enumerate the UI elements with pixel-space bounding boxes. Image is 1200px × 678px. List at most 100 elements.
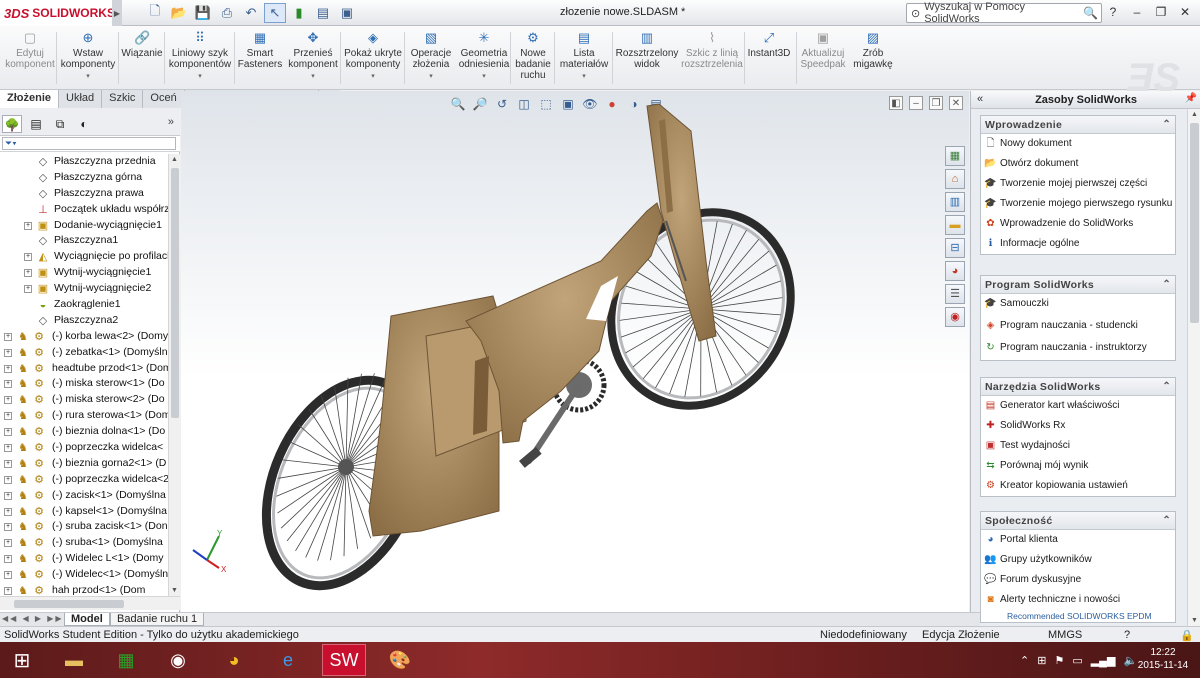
solidworks-taskbar-icon[interactable]: SW — [322, 644, 366, 676]
scroll-up-icon[interactable]: ▲ — [171, 156, 178, 163]
pin-icon[interactable]: 📌 — [1185, 93, 1197, 104]
tree-item[interactable]: + ♞ ⚙ (-) bieznia dolna<1> (Do — [0, 424, 168, 440]
file-explorer-tab-icon[interactable]: ▬ — [945, 215, 965, 235]
resource-link[interactable]: ↻ Program nauczania - instruktorzy — [981, 338, 1175, 360]
resource-link[interactable]: ◕ Portal klienta — [981, 530, 1175, 550]
tab-motion-study[interactable]: Badanie ruchu 1 — [110, 613, 205, 626]
resource-link[interactable]: ◈ Program nauczania - studencki — [981, 316, 1175, 338]
section-header[interactable]: Program SolidWorks ⌃ — [981, 276, 1175, 294]
windows-start-icon[interactable]: ⊞ — [0, 642, 44, 678]
tree-item[interactable]: ◒ Zaokrąglenie1 — [0, 297, 168, 313]
expand-icon[interactable]: + — [4, 475, 12, 484]
minimize-icon[interactable]: – — [1128, 3, 1146, 21]
graphics-area[interactable]: 🔍 🔎 ↺ ◫ ⬚ ▣ 👁 ● ◑ ▤ ◧ – ❐ ✕ — [181, 91, 969, 612]
section-header[interactable]: Wprowadzenie ⌃ — [981, 116, 1175, 134]
tray-up-icon[interactable]: ⌃ — [1020, 654, 1029, 667]
tray-display-icon[interactable]: ▭ — [1072, 654, 1082, 667]
dropdown-arrow-icon[interactable]: ▾ — [60, 71, 116, 82]
tray-network-icon[interactable]: ▂▄▆ — [1091, 654, 1116, 667]
tree-item[interactable]: + ♞ ⚙ headtube przod<1> (Dom — [0, 361, 168, 377]
expand-icon[interactable]: + — [4, 380, 12, 389]
tab-ocen[interactable]: Oceń — [143, 90, 185, 108]
resource-link[interactable]: 📂 Otwórz dokument — [981, 154, 1175, 174]
task-pane-scrollbar[interactable]: ▲ ▼ — [1187, 109, 1200, 626]
traffic-light-icon[interactable]: ▮ — [288, 3, 310, 23]
expand-icon[interactable]: + — [4, 364, 12, 373]
tree-item[interactable]: + ♞ ⚙ (-) poprzeczka widelca< — [0, 440, 168, 456]
resource-link[interactable]: 💬 Forum dyskusyjne — [981, 570, 1175, 590]
tree-item[interactable]: + ♞ ⚙ (-) poprzeczka widelca<2 — [0, 472, 168, 488]
reference-geometry-button[interactable]: ✳ Geometria odniesienia ▾ — [456, 30, 512, 82]
take-snapshot-button[interactable]: ▨ Zrób migawkę — [850, 30, 896, 70]
tray-windows-icon[interactable]: ⊞ — [1037, 654, 1046, 667]
hscroll-thumb[interactable] — [14, 600, 124, 608]
bicycle-model[interactable] — [181, 91, 969, 612]
paint-icon[interactable]: 🎨 — [378, 644, 422, 676]
expand-icon[interactable]: + — [4, 396, 12, 405]
file-properties-icon[interactable]: ▤ — [312, 3, 334, 23]
tree-item[interactable]: ◇ Płaszczyzna prawa — [0, 186, 168, 202]
expand-panel-icon[interactable]: » — [168, 116, 174, 128]
tree-item[interactable]: + ◭ Wyciągnięcie po profilach — [0, 249, 168, 265]
collapse-icon[interactable]: ⌃ — [1162, 116, 1171, 134]
appearances-tab-icon[interactable]: ◕ — [945, 261, 965, 281]
instant3d-button[interactable]: ⤢ Instant3D — [746, 30, 792, 59]
tree-item[interactable]: + ♞ ⚙ (-) zacisk<1> (Domyślna — [0, 488, 168, 504]
tab-zlozenie[interactable]: Złożenie — [0, 90, 60, 108]
tree-item[interactable]: + ▣ Dodanie-wyciągnięcie1 — [0, 218, 168, 234]
expand-icon[interactable]: + — [24, 285, 32, 294]
expand-icon[interactable]: + — [4, 444, 12, 453]
linear-component-pattern-button[interactable]: ⠿ Liniowy szyk komponentów ▾ — [166, 30, 234, 82]
expand-icon[interactable]: + — [4, 587, 12, 596]
exploded-view-button[interactable]: ▥ Rozsztrzelony widok — [614, 30, 680, 70]
options-icon[interactable]: ▣ — [336, 3, 358, 23]
scroll-down-icon[interactable]: ▼ — [1191, 617, 1198, 624]
maximize-icon[interactable]: ❐ — [1152, 3, 1170, 21]
tree-vertical-scrollbar[interactable]: ▲ ▼ — [168, 154, 180, 596]
status-rebuild-icon[interactable]: ? — [1124, 629, 1130, 641]
insert-components-button[interactable]: ⊕ Wstaw komponenty ▾ — [60, 30, 116, 82]
collapse-icon[interactable]: ⌃ — [1162, 276, 1171, 294]
resource-link[interactable]: 🗋 Nowy dokument — [981, 134, 1175, 154]
scroll-thumb[interactable] — [1190, 123, 1199, 323]
tab-navigation-arrows-icon[interactable]: ◀◀ ◀ ▶ ▶▶ — [2, 614, 64, 623]
feature-manager-tree-icon[interactable]: 🌳 — [2, 115, 22, 133]
resource-link[interactable]: ⇆ Porównaj mój wynik — [981, 456, 1175, 476]
display-manager-icon[interactable]: ◐ — [74, 115, 94, 133]
help-question-icon[interactable]: ? — [1104, 3, 1122, 21]
filter-input[interactable]: ⏷▾ — [2, 137, 176, 150]
recommended-epdm-link[interactable]: Recommended SOLIDWORKS EPDM — [981, 610, 1175, 622]
dropdown-arrow-icon[interactable]: ▾ — [166, 71, 234, 82]
scroll-down-icon[interactable]: ▼ — [171, 587, 178, 594]
select-cursor-icon[interactable]: ↖ — [264, 3, 286, 23]
help-search-input[interactable]: ⊙ Wyszukaj w Pomocy SolidWorks 🔍 — [906, 1, 1102, 25]
smart-fasteners-button[interactable]: ▦ Smart Fasteners — [236, 30, 284, 70]
expand-icon[interactable]: + — [4, 332, 12, 341]
resource-link[interactable]: ✿ Wprowadzenie do SolidWorks — [981, 214, 1175, 234]
new-file-icon[interactable]: 🗋 — [144, 3, 166, 23]
resource-link[interactable]: ✚ SolidWorks Rx — [981, 416, 1175, 436]
custom-properties-tab-icon[interactable]: ☰ — [945, 284, 965, 304]
tab-uklad[interactable]: Układ — [59, 90, 103, 108]
close-icon[interactable]: ✕ — [1176, 3, 1194, 21]
scroll-thumb[interactable] — [171, 168, 179, 418]
tree-item[interactable]: + ▣ Wytnij-wyciągnięcie1 — [0, 265, 168, 281]
tree-item[interactable]: + ♞ ⚙ (-) sruba zacisk<1> (Don — [0, 519, 168, 535]
chrome-icon[interactable]: ◕ — [212, 644, 256, 676]
expand-icon[interactable]: + — [4, 555, 12, 564]
resource-link[interactable]: ◙ Alerty techniczne i nowości — [981, 590, 1175, 610]
dropdown-arrow-icon[interactable]: ▾ — [408, 71, 454, 82]
status-lock-icon[interactable]: 🔒 — [1180, 629, 1194, 642]
explode-line-sketch-button[interactable]: ⌇ Szkic z linią rozsztrzelenia — [680, 30, 744, 70]
tree-item[interactable]: ◇ Płaszczyzna przednia — [0, 154, 168, 170]
bill-of-materials-button[interactable]: ▤ Lista materiałów ▾ — [558, 30, 610, 82]
collapse-icon[interactable]: ⌃ — [1162, 512, 1171, 530]
expand-icon[interactable]: + — [4, 539, 12, 548]
collapse-icon[interactable]: ⌃ — [1162, 378, 1171, 396]
search-icon[interactable]: 🔍 — [1083, 6, 1098, 20]
store-icon[interactable]: ▦ — [104, 644, 148, 676]
edit-component-button[interactable]: ▢ Edytuj komponent — [4, 30, 56, 70]
resource-link[interactable]: ⚙ Kreator kopiowania ustawień — [981, 476, 1175, 496]
property-manager-icon[interactable]: ▤ — [26, 115, 46, 133]
resource-link[interactable]: 🎓 Tworzenie mojego pierwszego rysunku — [981, 194, 1175, 214]
